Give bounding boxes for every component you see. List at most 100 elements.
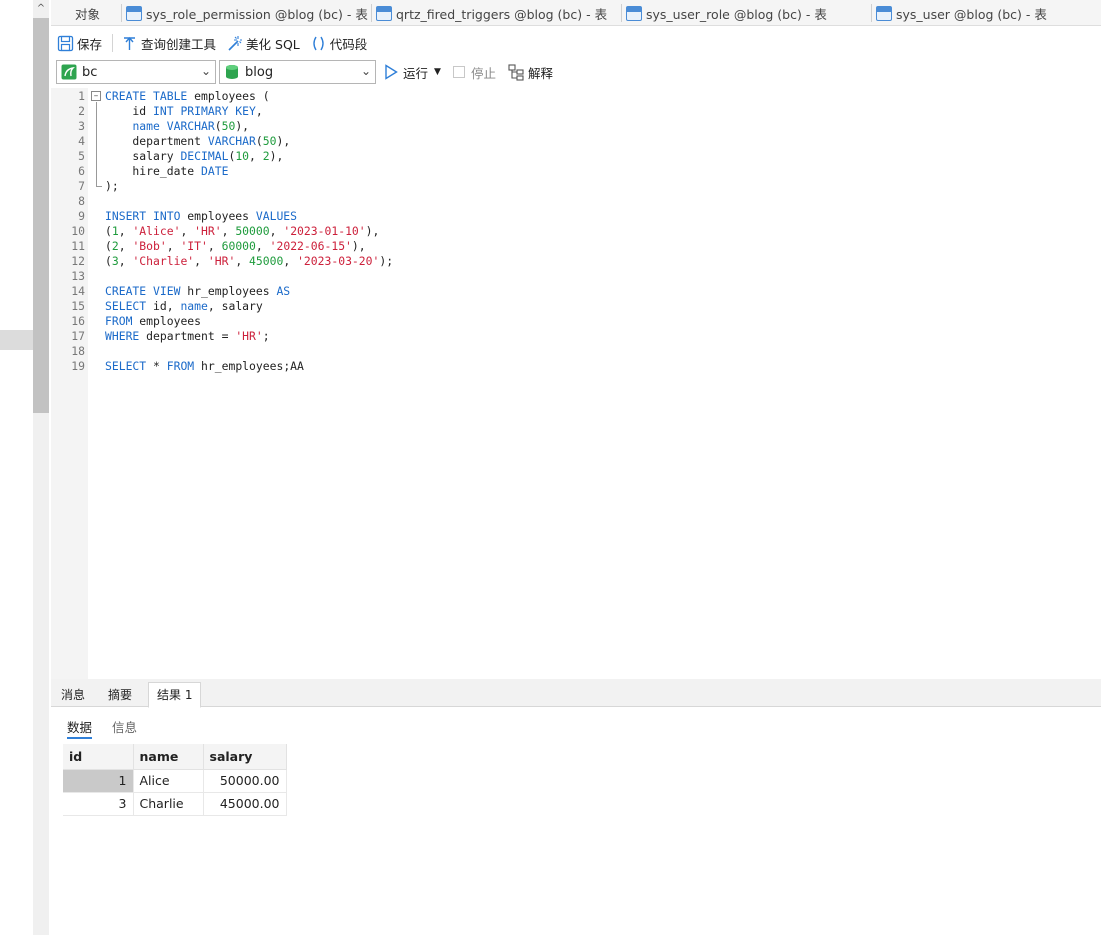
tab-messages[interactable]: 消息 (53, 684, 93, 707)
code-token: 'Charlie' (132, 254, 195, 268)
code-token: 'HR' (235, 329, 263, 343)
code-token: employees (180, 209, 256, 223)
connection-selector-row: bc ⌄ blog ⌄ 运行 ▼ 停止 解释 (51, 59, 1101, 85)
code-text: SELECT * FROM hr_employees;AA (105, 359, 304, 374)
code-text: SELECT id, name, salary (105, 299, 263, 314)
scroll-up-arrow-icon[interactable]: ^ (33, 0, 49, 18)
query-builder-icon (121, 35, 138, 52)
cell-id[interactable]: 3 (63, 792, 134, 816)
code-line[interactable]: 8 (51, 194, 1101, 209)
code-token: hire_date (105, 164, 202, 178)
code-line[interactable]: 1 CREATE TABLE employees ( (51, 89, 1101, 104)
cell-salary[interactable]: 45000.00 (203, 792, 287, 816)
code-text: WHERE department = 'HR'; (105, 329, 270, 344)
code-token: , (269, 224, 284, 238)
code-token: employees (132, 314, 202, 328)
database-select[interactable]: blog ⌄ (219, 60, 376, 84)
code-line[interactable]: 7); (51, 179, 1101, 194)
fold-toggle-icon[interactable]: – (91, 91, 101, 101)
code-text: INSERT INTO employees VALUES (105, 209, 297, 224)
scrollbar-thumb[interactable] (33, 18, 49, 413)
chevron-down-icon: ⌄ (360, 64, 371, 78)
code-text: department VARCHAR(50), (105, 134, 290, 149)
cell-salary[interactable]: 50000.00 (203, 769, 287, 793)
code-line[interactable]: 12 (3, 'Charlie', 'HR', 45000, '2023-03-2… (51, 254, 1101, 269)
code-token: FROM (105, 314, 133, 328)
code-line[interactable]: 16 FROM employees (51, 314, 1101, 329)
tab-result-1[interactable]: 结果 1 (148, 682, 202, 708)
tab-objects[interactable]: 对象 (75, 0, 100, 26)
code-token: , salary (207, 299, 263, 313)
code-line[interactable]: 10 (1, 'Alice', 'HR', 50000, '2023-01-10'… (51, 224, 1101, 239)
run-dropdown-icon[interactable]: ▼ (434, 67, 441, 77)
explain-button[interactable]: 解释 (508, 63, 553, 82)
code-line[interactable]: 5 salary DECIMAL(10, 2), (51, 149, 1101, 164)
code-line[interactable]: 3 name VARCHAR(50), (51, 119, 1101, 134)
code-line[interactable]: 19 SELECT * FROM hr_employees;AA (51, 359, 1101, 374)
cell-name[interactable]: Alice (133, 769, 204, 793)
code-line[interactable]: 15 SELECT id, name, salary (51, 299, 1101, 314)
column-header-salary[interactable]: salary (203, 744, 287, 770)
line-number: 16 (71, 314, 85, 328)
run-button[interactable]: 运行 ▼ (384, 63, 441, 82)
code-token: '2023-03-20' (297, 254, 380, 268)
connection-select[interactable]: bc ⌄ (56, 60, 216, 84)
sql-editor[interactable]: 1 CREATE TABLE employees (2 id INT PRIMAR… (51, 88, 1101, 679)
query-builder-button[interactable]: 查询创建工具 (121, 34, 216, 53)
code-line[interactable]: 4 department VARCHAR(50), (51, 134, 1101, 149)
object-panel-scrollbar[interactable]: ^ (33, 0, 49, 935)
code-token: id (105, 104, 154, 118)
code-text: name VARCHAR(50), (105, 119, 249, 134)
code-line[interactable]: 11 (2, 'Bob', 'IT', 60000, '2022-06-15'), (51, 239, 1101, 254)
stop-button[interactable]: 停止 (452, 63, 496, 82)
chevron-down-icon: ⌄ (200, 64, 211, 78)
save-button[interactable]: 保存 (57, 34, 102, 53)
play-icon (384, 64, 398, 80)
code-line[interactable]: 17 WHERE department = 'HR'; (51, 329, 1101, 344)
code-snippet-label: 代码段 (329, 36, 368, 52)
code-token: department = (139, 329, 236, 343)
line-number: 5 (78, 149, 85, 163)
subtab-info[interactable]: 信息 (112, 717, 137, 739)
object-panel[interactable] (0, 0, 33, 935)
code-line[interactable]: 2 id INT PRIMARY KEY, (51, 104, 1101, 119)
code-text: (2, 'Bob', 'IT', 60000, '2022-06-15'), (105, 239, 366, 254)
line-number: 13 (71, 269, 85, 283)
tab-label: 对象 (75, 6, 101, 22)
code-snippet-button[interactable]: 代码段 (310, 34, 368, 53)
code-line[interactable]: 13 (51, 269, 1101, 284)
code-line[interactable]: 9 INSERT INTO employees VALUES (51, 209, 1101, 224)
tab-qrtz-fired-triggers[interactable]: qrtz_fired_triggers @blog (bc) - 表 (376, 0, 607, 26)
code-token: , (194, 254, 208, 268)
result-grid[interactable]: id name salary 1 Alice 50000.00 3 Charli… (63, 744, 287, 816)
editor-toolbar: 保存 查询创建工具 美化 SQL 代码段 (51, 27, 1101, 59)
magic-wand-icon (226, 35, 243, 52)
tab-divider (371, 4, 372, 22)
column-header-name[interactable]: name (133, 744, 204, 770)
code-token: WHERE (105, 329, 140, 343)
cell-id[interactable]: 1 (63, 769, 134, 793)
cell-name[interactable]: Charlie (133, 792, 204, 816)
code-token: 'Bob' (132, 239, 167, 253)
code-line[interactable]: 6 hire_date DATE (51, 164, 1101, 179)
code-token: VALUES (255, 209, 298, 223)
run-label: 运行 (403, 65, 429, 81)
code-text: ); (105, 179, 119, 194)
beautify-sql-button[interactable]: 美化 SQL (226, 34, 300, 53)
subtab-data[interactable]: 数据 (67, 717, 93, 739)
tab-sys-user-role[interactable]: sys_user_role @blog (bc) - 表 (626, 0, 827, 26)
code-line[interactable]: 18 (51, 344, 1101, 359)
tab-summary[interactable]: 摘要 (100, 684, 140, 707)
code-text: id INT PRIMARY KEY, (105, 104, 262, 119)
table-row[interactable]: 3 Charlie 45000.00 (63, 792, 287, 816)
table-row[interactable]: 1 Alice 50000.00 (63, 769, 287, 793)
tab-label: sys_user @blog (bc) - 表 (896, 6, 1047, 22)
code-token: , (180, 224, 195, 238)
column-header-id[interactable]: id (63, 744, 134, 770)
code-line[interactable]: 14 CREATE VIEW hr_employees AS (51, 284, 1101, 299)
code-token: 1 (111, 224, 119, 238)
code-token: 45000 (249, 254, 284, 268)
tab-sys-user[interactable]: sys_user @blog (bc) - 表 (876, 0, 1047, 26)
tab-sys-role-permission[interactable]: sys_role_permission @blog (bc) - 表 (126, 0, 368, 26)
